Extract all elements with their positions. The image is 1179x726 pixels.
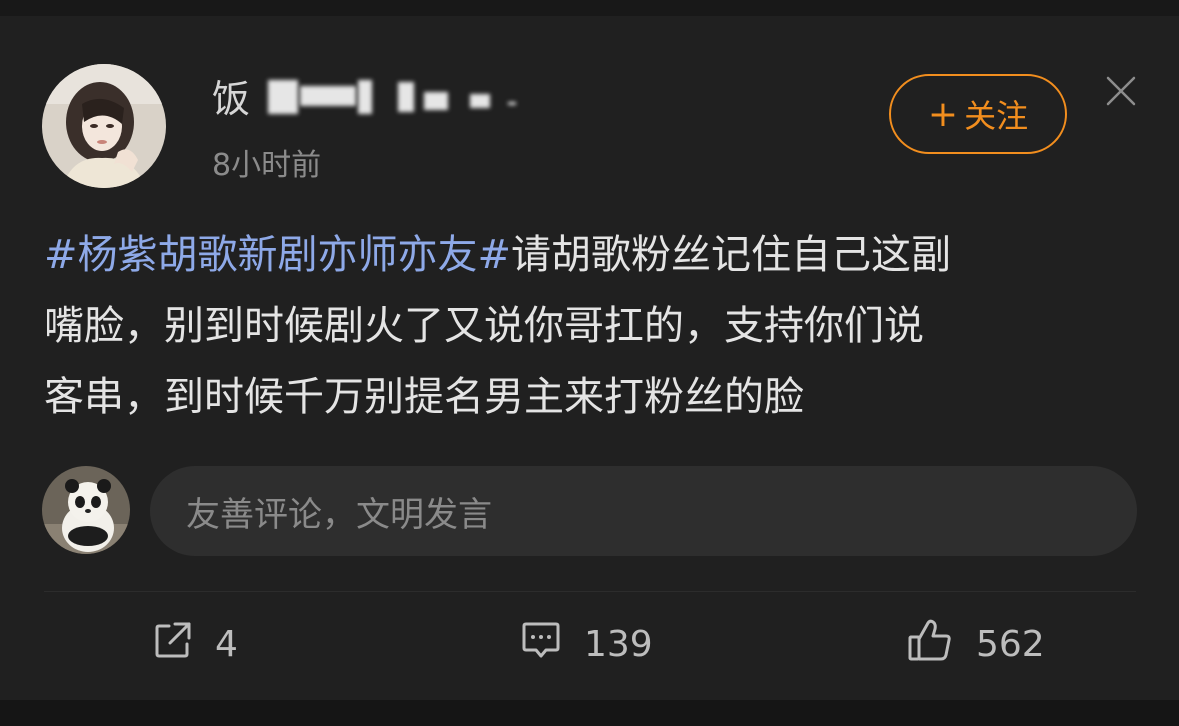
- comment-icon: [520, 620, 562, 669]
- post-timestamp: 8小时前: [212, 148, 322, 183]
- username-redaction: [508, 102, 516, 105]
- post-line: 嘴脸，别到时候剧火了又说你哥扛的，支持你们说: [44, 291, 1144, 362]
- username-redaction: [398, 82, 414, 112]
- follow-button[interactable]: + 关注: [889, 74, 1067, 154]
- comment-placeholder: 友善评论，文明发言: [186, 494, 492, 535]
- username-redaction: [470, 94, 490, 108]
- post-line-text: 客串，到时候千万别提名男主来打粉丝的脸: [44, 374, 804, 420]
- close-icon[interactable]: [1104, 74, 1138, 108]
- hashtag-link[interactable]: #杨紫胡歌新剧亦师亦友#: [44, 232, 511, 278]
- divider: [44, 591, 1136, 592]
- panda-avatar-image: [42, 466, 130, 554]
- bottom-strip: [0, 700, 1179, 726]
- avatar-portrait-image: [42, 64, 166, 188]
- plus-icon: +: [927, 93, 959, 135]
- follow-label: 关注: [964, 97, 1029, 135]
- current-user-avatar[interactable]: [42, 466, 130, 554]
- share-button[interactable]: 4: [153, 616, 238, 672]
- like-count: 562: [976, 623, 1045, 665]
- comment-button[interactable]: 139: [520, 616, 653, 672]
- username-redaction: [424, 92, 448, 110]
- comment-input[interactable]: 友善评论，文明发言: [150, 466, 1137, 556]
- username-redaction: [268, 80, 298, 114]
- comment-count: 139: [584, 623, 653, 665]
- post-line-text: 嘴脸，别到时候剧火了又说你哥扛的，支持你们说: [44, 303, 924, 349]
- user-avatar[interactable]: [42, 64, 166, 188]
- top-strip: [0, 0, 1179, 16]
- post-line-text: 请胡歌粉丝记住自己这副: [511, 232, 952, 278]
- post-body: #杨紫胡歌新剧亦师亦友#请胡歌粉丝记住自己这副 嘴脸，别到时候剧火了又说你哥扛的…: [44, 220, 1144, 433]
- like-button[interactable]: 562: [906, 616, 1045, 672]
- username-redaction: [300, 86, 356, 106]
- share-icon: [153, 620, 193, 669]
- share-count: 4: [215, 623, 238, 665]
- username-redaction: [358, 80, 372, 114]
- username-visible-prefix: 饭: [212, 77, 251, 121]
- thumbs-up-icon: [906, 617, 954, 672]
- username[interactable]: 饭: [212, 76, 532, 122]
- post-line: #杨紫胡歌新剧亦师亦友#请胡歌粉丝记住自己这副: [44, 220, 1144, 291]
- post-line: 客串，到时候千万别提名男主来打粉丝的脸: [44, 362, 1144, 433]
